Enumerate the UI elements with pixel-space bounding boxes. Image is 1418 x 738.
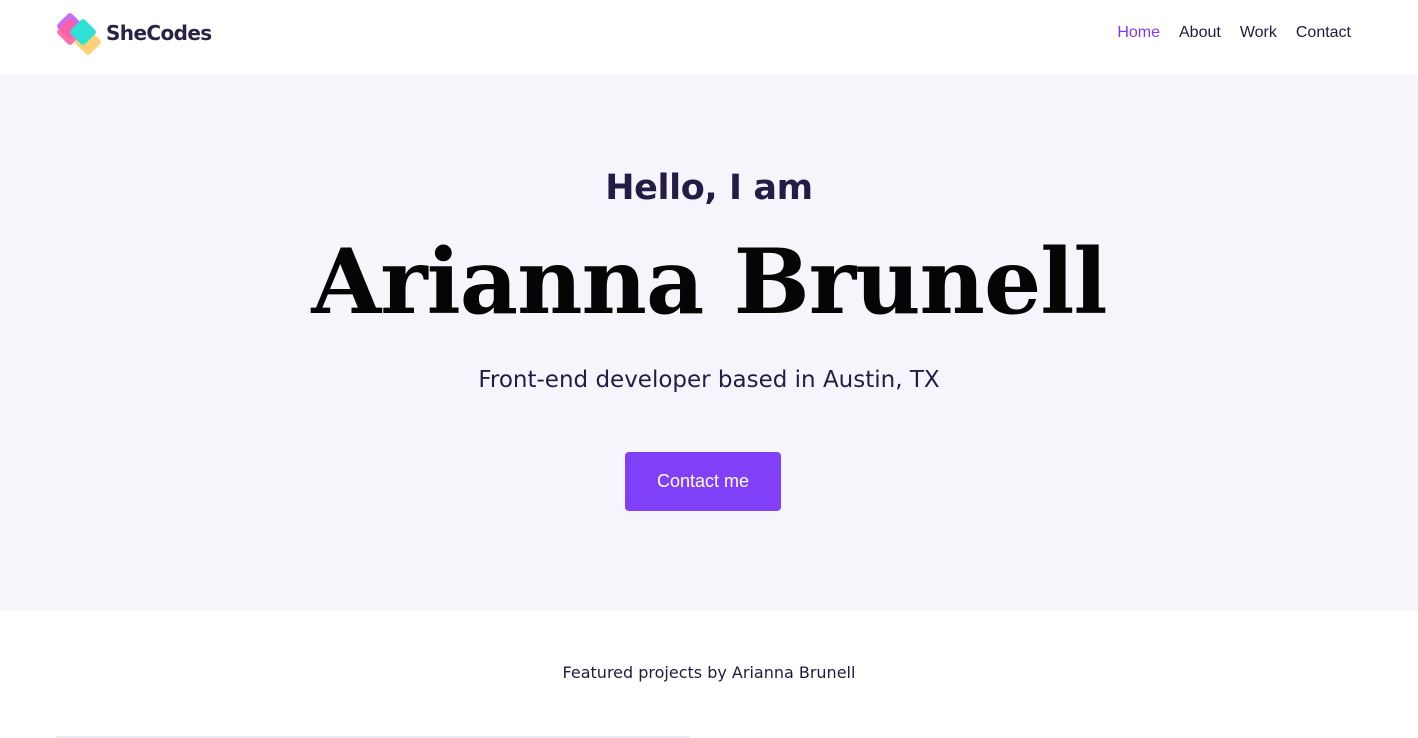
contact-me-button[interactable]: Contact me: [625, 452, 781, 511]
shecodes-logo-icon: [55, 11, 104, 57]
nav-link-work[interactable]: Work: [1240, 22, 1277, 44]
nav-link-home[interactable]: Home: [1117, 22, 1160, 44]
hero-section: Hello, I am Arianna Brunell Front-end de…: [0, 74, 1418, 611]
featured-projects-heading: Featured projects by Arianna Brunell: [562, 663, 856, 682]
logo-text: SheCodes: [106, 21, 212, 45]
top-navbar: SheCodes Home About Work Contact: [0, 0, 1418, 74]
hero-greeting: Hello, I am: [605, 168, 813, 208]
main-navigation: Home About Work Contact: [1117, 22, 1351, 44]
hero-subtitle: Front-end developer based in Austin, TX: [478, 367, 940, 393]
nav-link-contact[interactable]: Contact: [1296, 22, 1351, 44]
shecodes-logo[interactable]: SheCodes: [55, 11, 212, 57]
hero-name: Arianna Brunell: [311, 229, 1107, 335]
nav-link-about[interactable]: About: [1179, 22, 1221, 44]
